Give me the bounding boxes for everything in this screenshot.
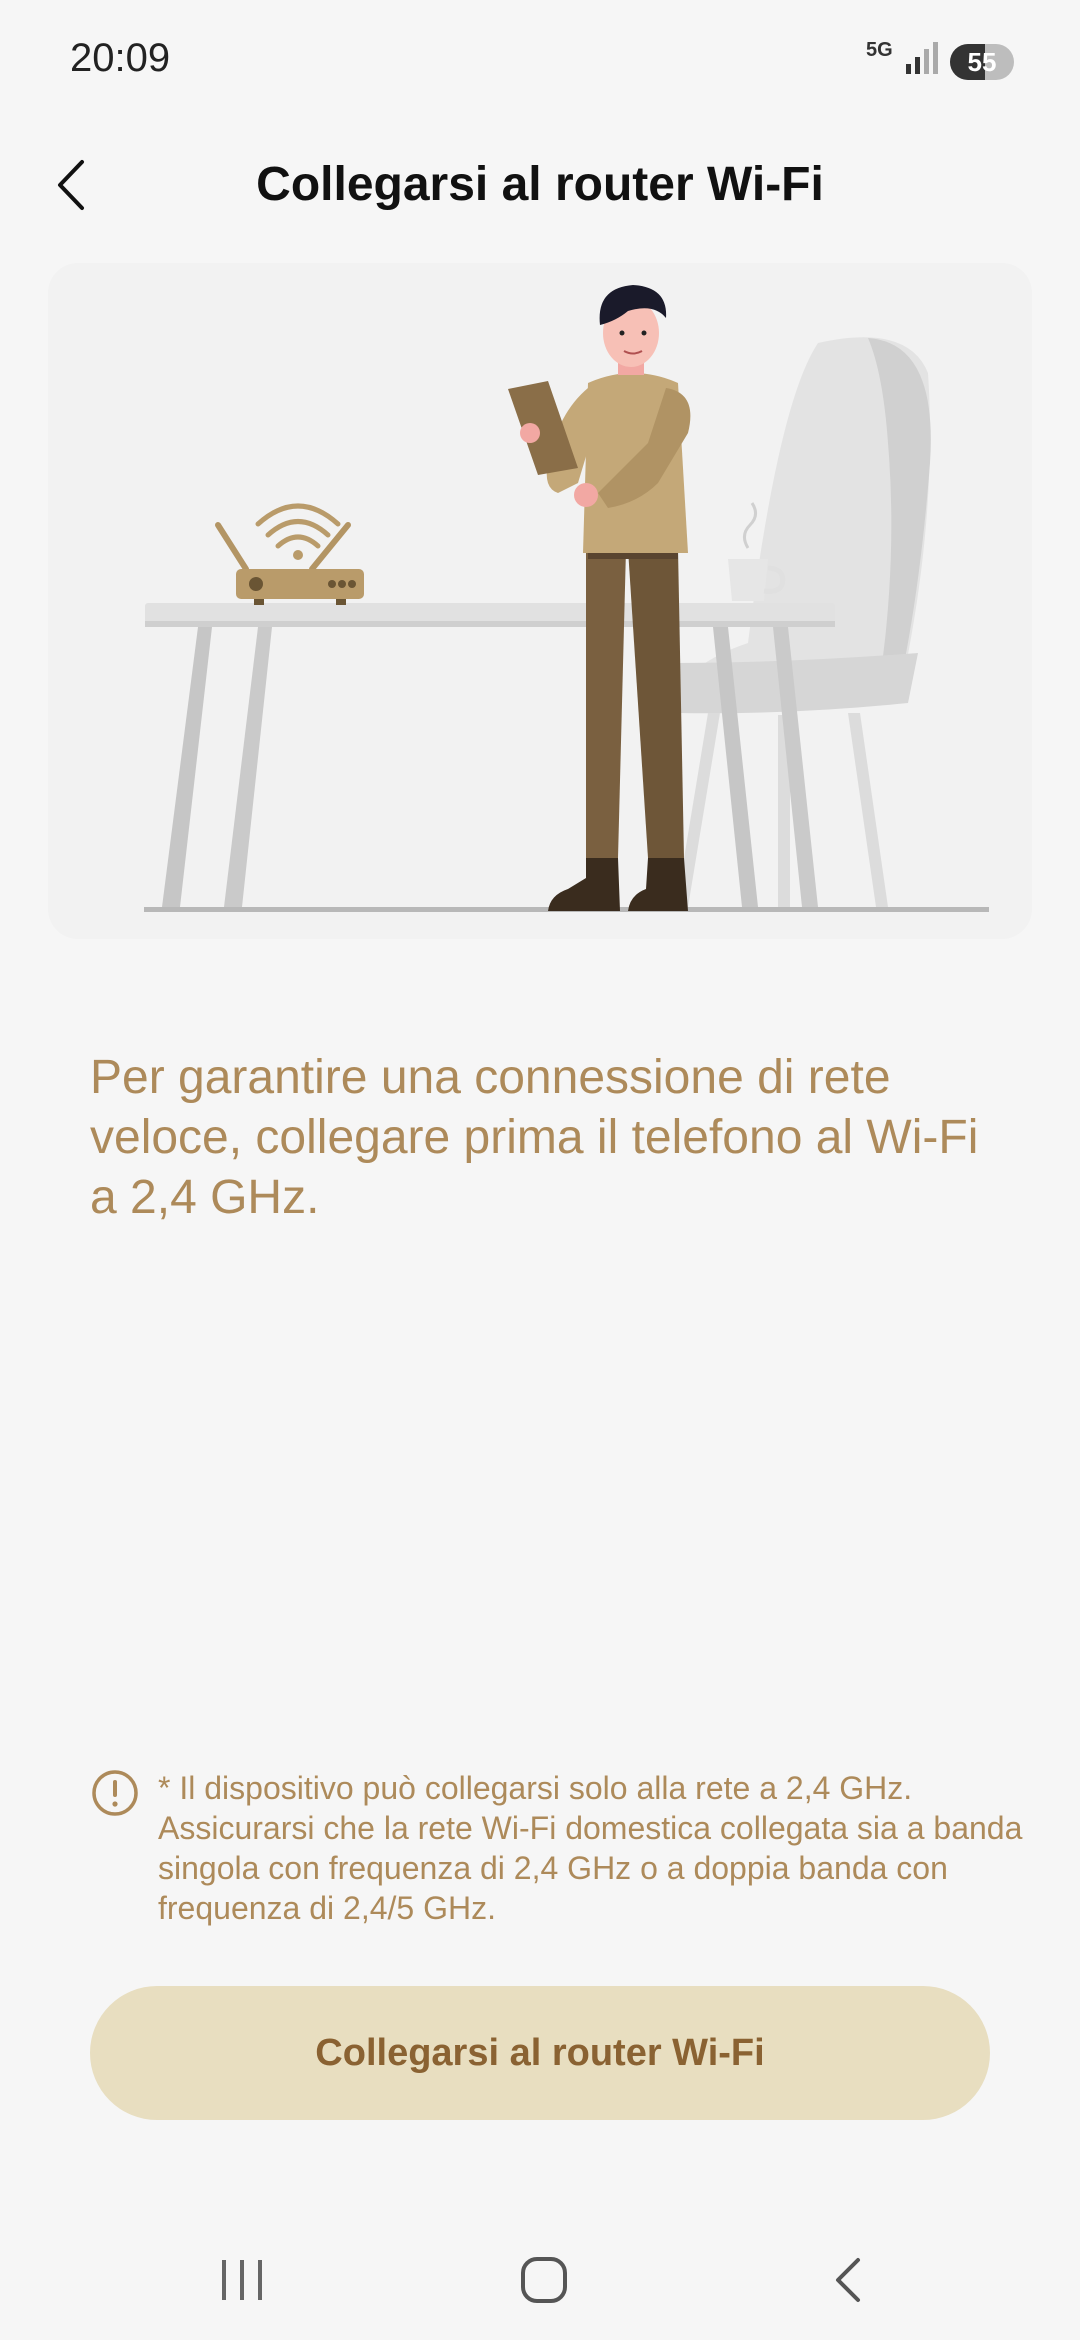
app-header: Collegarsi al router Wi-Fi [0,130,1080,240]
recent-apps-icon[interactable] [214,2252,270,2308]
exclamation-circle-icon [92,1770,138,1816]
table-illustration [145,603,835,907]
network-type: 5G [866,39,893,61]
chevron-left-icon [58,160,84,210]
man-with-tablet-and-router-illustration [144,285,989,912]
status-time: 20:09 [70,36,171,80]
man-illustration [508,285,691,911]
router-illustration [215,503,364,605]
back-button[interactable] [40,150,110,220]
signal-icon [906,42,938,74]
connect-router-button[interactable]: Collegarsi al router Wi-Fi [90,1986,990,2120]
connection-description: Per garantire una connessione di rete ve… [90,1051,979,1224]
status-bar: 20:09 5G 55 [0,0,1080,120]
notice-text: * Il dispositivo può collegarsi solo all… [158,1770,1023,1926]
illustration-card [48,263,1032,939]
page-title: Collegarsi al router Wi-Fi [256,158,824,211]
back-icon[interactable] [820,2250,880,2310]
battery-indicator: 55 [950,44,1014,80]
home-icon[interactable] [514,2250,574,2310]
battery-level: 55 [967,47,997,77]
system-nav-bar [0,2220,1080,2340]
